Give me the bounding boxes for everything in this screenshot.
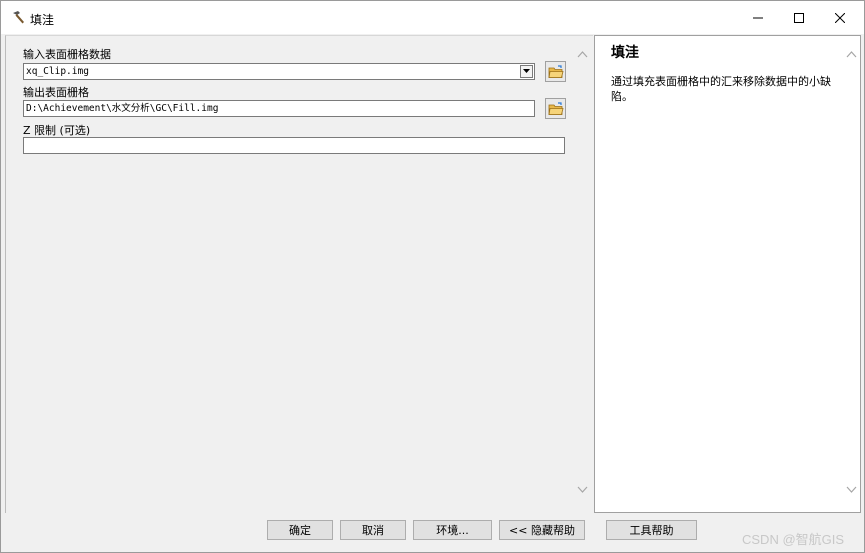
open-folder-icon [548,101,564,115]
minimize-button[interactable] [737,1,778,34]
title-bar: 填洼 [1,1,864,34]
tool-help-button[interactable]: 工具帮助 [606,520,697,540]
cancel-button[interactable]: 取消 [340,520,406,540]
scroll-down-icon[interactable] [577,486,588,494]
browse-input-button[interactable] [545,61,566,82]
ok-button[interactable]: 确定 [267,520,333,540]
hammer-icon [10,10,26,26]
input-raster-label: 输入表面栅格数据 [23,48,111,61]
hide-help-button[interactable]: << 隐藏帮助 [499,520,585,540]
help-title: 填洼 [611,45,639,61]
output-raster-input[interactable]: D:\Achievement\水文分析\GC\Fill.img [23,100,535,117]
scroll-up-icon[interactable] [846,50,857,58]
minimize-icon [752,17,763,18]
dropdown-arrow-icon[interactable] [520,65,533,78]
output-raster-label: 输出表面栅格 [23,86,89,99]
parameters-panel: 输入表面栅格数据 xq_Clip.img 输出表面栅格 D:\Achieveme… [5,35,593,513]
help-scrollbar[interactable] [843,36,860,512]
parameters-scrollbar[interactable] [574,36,591,514]
close-button[interactable] [819,1,860,34]
maximize-icon [793,12,804,23]
window-title: 填洼 [30,13,55,27]
z-limit-label: Z 限制 (可选) [23,124,91,137]
fill-tool-dialog: 填洼 输入表面栅格数据 xq_Clip.img 输出表面栅格 D:\Achiev… [0,0,865,553]
z-limit-input[interactable] [23,137,565,154]
help-panel: 填洼 通过填充表面栅格中的汇来移除数据中的小缺陷。 [594,35,861,513]
scroll-down-icon[interactable] [846,486,857,494]
open-folder-icon [548,64,564,78]
browse-output-button[interactable] [545,98,566,119]
environments-button[interactable]: 环境... [413,520,492,540]
watermark-text: CSDN @智航GIS [742,532,845,547]
button-bar: 确定 取消 环境... << 隐藏帮助 工具帮助 [1,513,864,552]
help-description: 通过填充表面栅格中的汇来移除数据中的小缺陷。 [611,75,831,103]
scroll-up-icon[interactable] [577,50,588,58]
maximize-button[interactable] [778,1,819,34]
output-raster-value: D:\Achievement\水文分析\GC\Fill.img [26,103,219,114]
close-icon [834,12,845,23]
input-raster-combobox[interactable]: xq_Clip.img [23,63,535,80]
input-raster-value: xq_Clip.img [26,66,89,77]
